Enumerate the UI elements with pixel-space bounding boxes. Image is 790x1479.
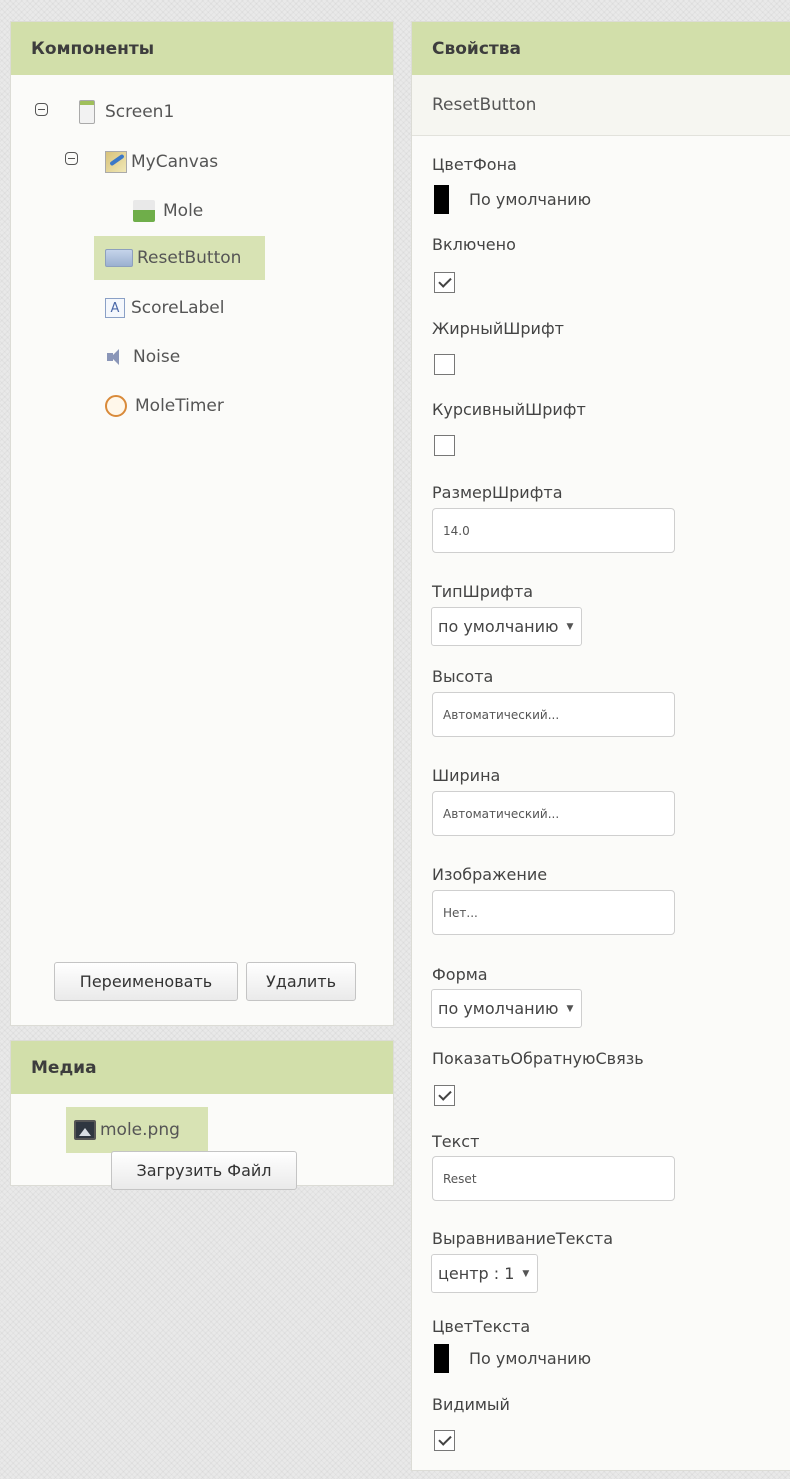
canvas-icon <box>105 151 127 173</box>
font-size-label: РазмерШрифта <box>432 483 563 502</box>
width-label: Ширина <box>432 766 501 785</box>
text-color-picker[interactable]: По умолчанию <box>434 1344 591 1373</box>
image-input[interactable]: Нет... <box>432 890 675 935</box>
selected-component-name: ResetButton <box>412 75 790 136</box>
show-feedback-checkbox[interactable] <box>434 1085 455 1106</box>
components-panel: Компоненты Screen1 MyCanvas Mole ResetBu… <box>10 21 394 1026</box>
image-file-icon <box>74 1120 96 1140</box>
tree-item-label: Noise <box>133 347 181 367</box>
tree-item-screen1[interactable]: Screen1 <box>79 90 174 134</box>
enabled-label: Включено <box>432 235 516 254</box>
tree-item-label: Screen1 <box>105 102 175 122</box>
clock-icon <box>105 395 127 417</box>
text-color-swatch <box>434 1344 449 1373</box>
font-italic-label: КурсивныйШрифт <box>432 400 586 419</box>
sound-icon <box>105 346 129 368</box>
dropdown-caret-icon: ▼ <box>566 621 574 632</box>
media-file-mole-png[interactable]: mole.png <box>66 1107 208 1153</box>
text-alignment-value: центр : 1 <box>438 1264 515 1283</box>
collapse-screen1-icon[interactable] <box>35 103 48 116</box>
shape-value: по умолчанию <box>438 999 559 1018</box>
text-color-label: ЦветТекста <box>432 1317 531 1336</box>
font-bold-checkbox[interactable] <box>434 354 455 375</box>
font-italic-checkbox[interactable] <box>434 435 455 456</box>
tree-item-moletimer[interactable]: MoleTimer <box>105 384 224 428</box>
media-panel: Медиа mole.png Загрузить Файл <box>10 1040 394 1190</box>
background-color-picker[interactable]: По умолчанию <box>434 185 591 214</box>
label-icon: A <box>105 298 125 318</box>
shape-label: Форма <box>432 965 488 984</box>
visible-label: Видимый <box>432 1395 510 1414</box>
tree-item-label: ScoreLabel <box>131 298 225 318</box>
image-sprite-icon <box>133 200 155 222</box>
height-label: Высота <box>432 667 494 686</box>
dropdown-caret-icon: ▼ <box>522 1268 530 1279</box>
enabled-checkbox[interactable] <box>434 272 455 293</box>
tree-item-label: Mole <box>163 201 204 221</box>
font-bold-label: ЖирныйШрифт <box>432 319 564 338</box>
rename-button[interactable]: Переименовать <box>54 962 238 1001</box>
properties-panel-title: Свойства <box>412 22 790 75</box>
tree-item-label: ResetButton <box>137 248 242 268</box>
text-color-value: По умолчанию <box>469 1349 592 1368</box>
text-alignment-select[interactable]: центр : 1 ▼ <box>431 1254 539 1293</box>
text-alignment-label: ВыравниваниеТекста <box>432 1229 613 1248</box>
font-typeface-select[interactable]: по умолчанию ▼ <box>431 607 583 646</box>
font-size-input[interactable]: 14.0 <box>432 508 675 553</box>
tree-item-scorelabel[interactable]: A ScoreLabel <box>105 286 224 330</box>
dropdown-caret-icon: ▼ <box>566 1003 574 1014</box>
font-typeface-value: по умолчанию <box>438 617 559 636</box>
button-icon <box>105 249 133 267</box>
tree-item-label: MoleTimer <box>135 396 224 416</box>
text-label: Текст <box>432 1132 480 1151</box>
media-panel-title: Медиа <box>11 1041 393 1094</box>
image-label: Изображение <box>432 865 548 884</box>
height-input[interactable]: Автоматический... <box>432 692 675 737</box>
shape-select[interactable]: по умолчанию ▼ <box>431 989 583 1028</box>
tree-item-mycanvas[interactable]: MyCanvas <box>105 140 218 184</box>
components-panel-title: Компоненты <box>11 22 393 75</box>
upload-file-button[interactable]: Загрузить Файл <box>111 1151 297 1190</box>
visible-checkbox[interactable] <box>434 1430 455 1451</box>
background-color-value: По умолчанию <box>469 190 592 209</box>
screen-icon <box>79 100 95 124</box>
width-input[interactable]: Автоматический... <box>432 791 675 836</box>
font-typeface-label: ТипШрифта <box>432 582 534 601</box>
text-input[interactable]: Reset <box>432 1156 675 1201</box>
tree-item-resetbutton[interactable]: ResetButton <box>94 236 265 280</box>
delete-button[interactable]: Удалить <box>246 962 356 1001</box>
tree-item-noise[interactable]: Noise <box>105 335 180 379</box>
background-color-swatch <box>434 185 449 214</box>
collapse-mycanvas-icon[interactable] <box>65 152 78 165</box>
tree-item-mole[interactable]: Mole <box>133 189 203 233</box>
properties-panel: Свойства ResetButton ЦветФона По умолчан… <box>411 21 790 1471</box>
background-color-label: ЦветФона <box>432 155 517 174</box>
show-feedback-label: ПоказатьОбратнуюСвязь <box>432 1049 644 1068</box>
tree-item-label: MyCanvas <box>131 152 219 172</box>
media-file-label: mole.png <box>100 1120 180 1140</box>
